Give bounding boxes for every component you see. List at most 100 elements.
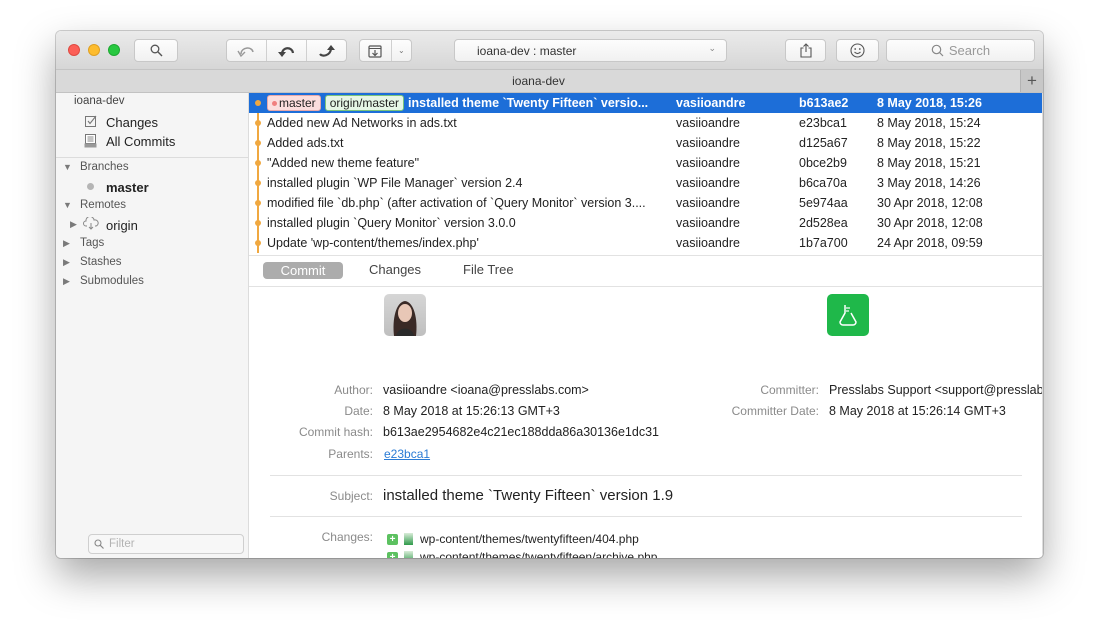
commit-author: vasiioandre: [676, 156, 740, 170]
scrollbar-edge[interactable]: [1042, 93, 1043, 558]
changes-label: Changes:: [321, 530, 373, 544]
commit-row[interactable]: Update 'wp-content/themes/index.php' vas…: [249, 233, 1043, 253]
changed-file-row[interactable]: + wp-content/themes/twentyfifteen/404.ph…: [387, 532, 639, 546]
pull-icon: [277, 46, 294, 57]
sidebar-item-label: All Commits: [106, 134, 176, 149]
divider: [270, 516, 1022, 517]
filter-placeholder: Filter: [109, 538, 135, 550]
commit-row[interactable]: master origin/master installed theme `Twen…: [249, 93, 1043, 113]
commit-author: vasiioandre: [676, 216, 740, 230]
author-value: vasiioandre <ioana@presslabs.com>: [383, 383, 589, 397]
undo-icon: [236, 46, 254, 57]
tab-commit[interactable]: Commit: [263, 262, 343, 279]
close-window-button[interactable]: [68, 44, 80, 56]
commit-row[interactable]: installed plugin `WP File Manager` versi…: [249, 173, 1043, 193]
stash-icon: [368, 44, 382, 58]
committer-value: Presslabs Support <support@presslabs.com…: [829, 383, 1043, 397]
share-icon: [799, 43, 812, 58]
badge-label: master: [279, 96, 316, 110]
history-button-group: [226, 39, 347, 62]
zoom-window-button[interactable]: [108, 44, 120, 56]
commit-message: installed theme `Twenty Fifteen` versio.…: [408, 96, 649, 110]
tab-file-tree[interactable]: File Tree: [463, 262, 514, 277]
branch-badge-origin-master[interactable]: origin/master: [324, 95, 405, 111]
disclosure-collapsed-icon: ▶: [63, 257, 70, 267]
commit-graph-node: [255, 220, 261, 226]
share-button[interactable]: [785, 39, 826, 62]
committer-date-value: 8 May 2018 at 15:26:14 GMT+3: [829, 404, 1006, 418]
file-path: wp-content/themes/twentyfifteen/404.php: [420, 532, 639, 546]
commit-row[interactable]: Added ads.txt vasiioandre d125a67 8 May …: [249, 133, 1043, 153]
date-label: Date:: [344, 404, 373, 418]
subject-label: Subject:: [329, 489, 373, 503]
magnifier-icon: [150, 44, 162, 57]
commit-row[interactable]: installed plugin `Query Monitor` version…: [249, 213, 1043, 233]
smiley-icon: [850, 43, 865, 58]
commit-graph-node: [255, 200, 261, 206]
stash-button[interactable]: [360, 40, 392, 61]
changed-file-row[interactable]: + wp-content/themes/twentyfifteen/archiv…: [387, 550, 657, 558]
search-icon: [94, 539, 104, 549]
commit-hash-value: b613ae2954682e4c21ec188dda86a30136e1dc31: [383, 425, 659, 439]
committer-avatar: [827, 294, 869, 336]
commit-hash: e23bca1: [799, 116, 847, 130]
commit-date: 24 Apr 2018, 09:59: [877, 236, 983, 250]
badge-label: origin/master: [329, 96, 400, 110]
added-status-icon: +: [387, 533, 398, 545]
commit-hash: 2d528ea: [799, 216, 848, 230]
repo-branch-selector[interactable]: ioana-dev : master ⌄: [454, 39, 727, 62]
minimize-window-button[interactable]: [88, 44, 100, 56]
main-pane: master origin/master installed theme `Twen…: [249, 93, 1043, 558]
sidebar-repo-name: ioana-dev: [74, 95, 125, 107]
search-input[interactable]: Search: [886, 39, 1035, 62]
remote-label: origin: [106, 218, 138, 233]
commit-date: 8 May 2018, 15:26: [877, 96, 982, 110]
sidebar-item-label: Changes: [106, 115, 159, 130]
sidebar: ioana-dev Changes All Commits ▼ Branches…: [56, 93, 249, 558]
commit-message: Update 'wp-content/themes/index.php': [267, 236, 479, 250]
branch-badge-master[interactable]: master: [267, 95, 321, 111]
sidebar-divider: [56, 157, 248, 158]
push-button[interactable]: [307, 40, 346, 61]
undo-button[interactable]: [227, 40, 267, 61]
add-tab-button[interactable]: +: [1020, 70, 1043, 92]
commit-author: vasiioandre: [676, 176, 740, 190]
search-icon: [931, 44, 944, 57]
parent-commit-link[interactable]: e23bca1: [384, 447, 430, 461]
search-commits-button[interactable]: [134, 39, 178, 62]
commit-row[interactable]: "Added new theme feature" vasiioandre 0b…: [249, 153, 1043, 173]
archive-tray-icon: [84, 134, 97, 148]
flask-icon: [839, 305, 857, 326]
commit-graph-node: [255, 180, 261, 186]
commit-message: installed plugin `Query Monitor` version…: [267, 216, 516, 230]
commit-row[interactable]: Added new Ad Networks in ads.txt vasiioa…: [249, 113, 1043, 133]
section-label: Remotes: [80, 199, 127, 211]
commit-message: modified file `db.php` (after activation…: [267, 196, 646, 210]
section-label: Tags: [80, 237, 105, 249]
commit-author: vasiioandre: [676, 236, 740, 250]
pull-button[interactable]: [267, 40, 307, 61]
commit-author: vasiioandre: [676, 196, 740, 210]
chevron-down-icon: ⌄: [708, 43, 716, 53]
php-file-icon: [404, 551, 413, 558]
branch-label: master: [106, 180, 149, 195]
commit-date: 3 May 2018, 14:26: [877, 176, 981, 190]
section-label: Submodules: [80, 275, 144, 287]
feedback-button[interactable]: [836, 39, 879, 62]
commit-row[interactable]: modified file `db.php` (after activation…: [249, 193, 1043, 213]
commit-graph-node: [255, 140, 261, 146]
commit-hash: 5e974aa: [799, 196, 848, 210]
commit-date: 30 Apr 2018, 12:08: [877, 196, 983, 210]
tab-ioana-dev[interactable]: ioana-dev: [56, 74, 1021, 88]
cloud-icon: [83, 217, 99, 230]
commit-author: vasiioandre: [676, 116, 740, 130]
current-branch-dot-icon: [272, 101, 277, 107]
commit-graph-node: [255, 160, 261, 166]
stash-menu-button[interactable]: ⌄: [392, 40, 411, 61]
commit-graph-node: [255, 120, 261, 126]
sidebar-filter-input[interactable]: Filter: [88, 534, 244, 554]
disclosure-collapsed-icon: ▶: [63, 238, 70, 248]
tab-changes[interactable]: Changes: [369, 262, 421, 277]
commit-hash: 0bce2b9: [799, 156, 847, 170]
parents-label: Parents:: [328, 447, 373, 461]
